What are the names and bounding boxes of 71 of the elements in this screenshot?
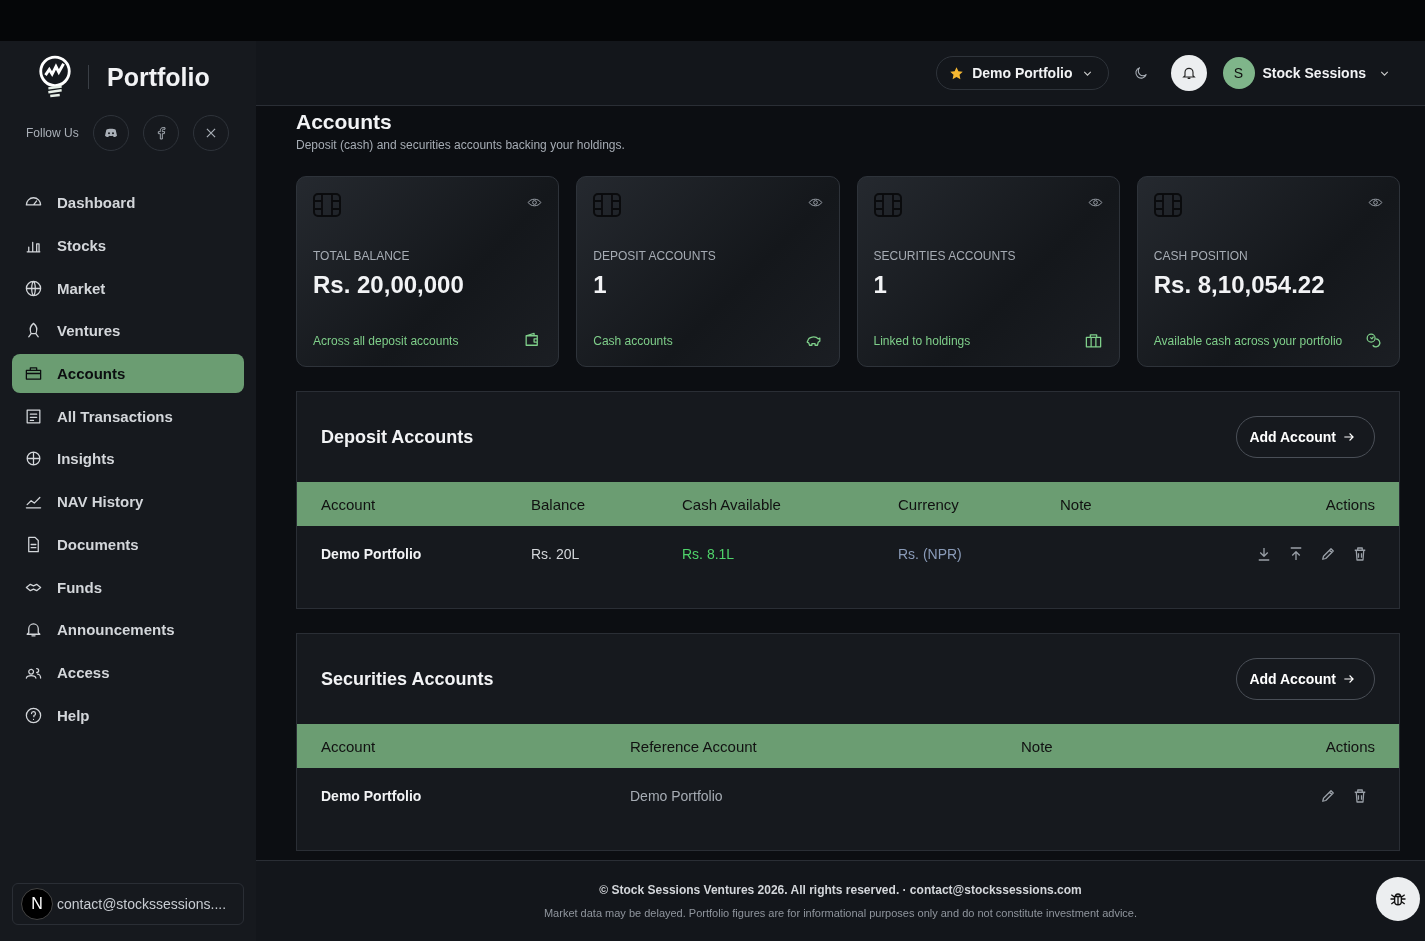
card-note: Available cash across your portfolio bbox=[1153, 333, 1343, 348]
briefcase-icon bbox=[1083, 331, 1103, 350]
moon-icon[interactable] bbox=[1132, 65, 1149, 81]
card-note: Linked to holdings bbox=[873, 333, 971, 348]
edit-icon[interactable] bbox=[1319, 545, 1337, 563]
nav-item[interactable]: Announcements bbox=[12, 609, 244, 650]
table-cell-text: Demo Portfolio bbox=[321, 788, 423, 804]
column-header: Balance bbox=[531, 495, 587, 513]
card-value: 1 bbox=[593, 271, 608, 299]
page-subtitle: Deposit (cash) and securities accounts backing your holdings. bbox=[296, 138, 626, 152]
bug-report-button[interactable] bbox=[1376, 877, 1420, 921]
table-cell-text: Rs. (NPR) bbox=[898, 546, 963, 562]
lightbulb-logo bbox=[36, 54, 74, 100]
chip-icon bbox=[593, 193, 622, 217]
coins-icon bbox=[1364, 331, 1383, 350]
user-chip[interactable]: N contact@stockssessions.... bbox=[12, 883, 244, 925]
user-menu[interactable]: S Stock Sessions bbox=[1222, 57, 1391, 89]
notification-button[interactable] bbox=[1170, 55, 1207, 91]
help-icon bbox=[24, 705, 43, 725]
follow-label: Follow Us bbox=[26, 126, 79, 140]
column-header: Actions bbox=[1324, 737, 1375, 755]
column-header: Reference Account bbox=[630, 737, 758, 755]
column-header: Note bbox=[1021, 737, 1054, 755]
section-title: Deposit Accounts bbox=[321, 426, 474, 448]
column-header: Currency bbox=[898, 495, 960, 513]
chip-icon bbox=[313, 193, 341, 217]
column-header: Cash Available bbox=[682, 495, 782, 513]
column-header: Account bbox=[321, 495, 377, 513]
nav-item[interactable]: Funds bbox=[12, 567, 244, 607]
nav-item[interactable]: Insights bbox=[12, 439, 244, 479]
card-value: 1 bbox=[873, 271, 888, 299]
section-title: Securities Accounts bbox=[321, 668, 494, 690]
column-header: Account bbox=[321, 737, 377, 755]
copyright-text: © Stock Sessions Ventures 2026. All rights reserved. · contact@stockssessions.com bbox=[599, 883, 1082, 897]
nav-item[interactable]: Market bbox=[12, 268, 244, 309]
page-title: Accounts bbox=[296, 110, 393, 134]
edit-icon[interactable] bbox=[1319, 787, 1337, 805]
card-note: Cash accounts bbox=[593, 333, 673, 348]
card-value: Rs. 20,00,000 bbox=[313, 271, 465, 299]
card-note: Across all deposit accounts bbox=[313, 333, 459, 348]
nav-item[interactable]: Ventures bbox=[12, 311, 244, 351]
nav-item[interactable]: Documents bbox=[12, 524, 244, 565]
card-value: Rs. 8,10,054.22 bbox=[1153, 271, 1326, 299]
nav-item[interactable]: Access bbox=[12, 652, 244, 693]
card-label: CASH POSITION bbox=[1153, 249, 1249, 263]
user-name: Stock Sessions bbox=[1262, 65, 1366, 81]
column-header: Note bbox=[1060, 495, 1093, 513]
nav-item[interactable]: Help bbox=[12, 695, 244, 735]
chip-icon bbox=[1153, 193, 1182, 217]
user-avatar: N bbox=[21, 888, 53, 920]
user-email: contact@stockssessions.... bbox=[57, 896, 227, 912]
card-label: TOTAL BALANCE bbox=[313, 249, 411, 263]
card-label: DEPOSIT ACCOUNTS bbox=[593, 249, 717, 263]
nav-item[interactable]: Dashboard bbox=[12, 183, 244, 223]
app-title: Portfolio bbox=[107, 62, 210, 92]
table-cell-text: Demo Portfolio bbox=[321, 546, 423, 562]
table-cell-text: Rs. 8.1L bbox=[682, 546, 736, 562]
disclaimer-text: Market data may be delayed. Portfolio figures are for informational purposes only and do not constitute investment advice. bbox=[543, 907, 1138, 919]
chip-icon bbox=[873, 193, 902, 217]
nav-item[interactable]: Stocks bbox=[12, 225, 244, 266]
bell-icon bbox=[1180, 65, 1197, 81]
table-cell-text: Demo Portfolio bbox=[630, 788, 724, 804]
nav-item[interactable]: NAV History bbox=[12, 481, 244, 522]
column-header: Actions bbox=[1324, 495, 1375, 513]
card-label: SECURITIES ACCOUNTS bbox=[873, 249, 1017, 263]
table-cell-text: Rs. 20L bbox=[531, 546, 581, 562]
star-icon bbox=[949, 65, 965, 81]
user-avatar: S bbox=[1222, 57, 1255, 89]
nav-item[interactable]: All Transactions bbox=[12, 396, 244, 437]
nav-item[interactable]: Accounts bbox=[12, 353, 244, 394]
globe-icon bbox=[24, 278, 43, 298]
